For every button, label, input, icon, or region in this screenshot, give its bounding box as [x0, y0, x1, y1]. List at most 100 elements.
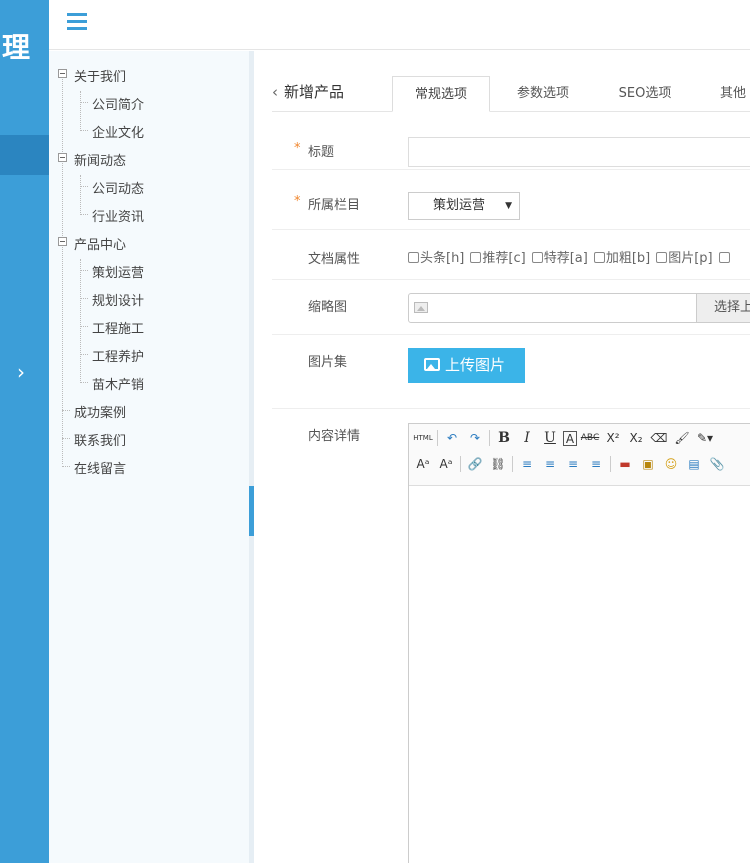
- editor-toolbar-row1: HTML ↶ ↷ B I U A ABC X² X₂ ⌫ 🖌 ✎▾: [413, 428, 718, 452]
- bold-icon[interactable]: B: [494, 428, 514, 448]
- title-row: * 标题: [272, 113, 750, 170]
- tab-params[interactable]: 参数选项: [494, 76, 592, 112]
- page-header: ‹ 新增产品 常规选项 参数选项 SEO选项 其他: [254, 51, 750, 113]
- tree-item-news[interactable]: 新闻动态: [74, 150, 126, 169]
- tab-seo[interactable]: SEO选项: [596, 76, 694, 112]
- checkbox[interactable]: [470, 252, 482, 263]
- tree-item-planning-ops[interactable]: 策划运营: [92, 262, 144, 281]
- tree-item-nursery[interactable]: 苗木产销: [92, 374, 144, 393]
- strikethrough-icon[interactable]: ABC: [580, 428, 600, 448]
- tree-item-company-news[interactable]: 公司动态: [92, 178, 144, 197]
- chevron-left-icon: ‹: [272, 83, 278, 101]
- tree-item-cases[interactable]: 成功案例: [74, 402, 126, 421]
- video-icon[interactable]: ▤: [684, 454, 704, 474]
- title-input[interactable]: [408, 137, 750, 167]
- align-center-icon[interactable]: ≡: [540, 454, 560, 474]
- gallery-row: 图片集 上传图片: [272, 335, 750, 409]
- collapse-icon[interactable]: [58, 153, 67, 162]
- font-border-icon[interactable]: A: [563, 430, 577, 446]
- title-label: * 标题: [294, 141, 335, 160]
- upload-images-button[interactable]: 上传图片: [408, 348, 525, 383]
- attachment-icon[interactable]: 📎: [707, 454, 727, 474]
- tree-item-maintenance[interactable]: 工程养护: [92, 346, 144, 365]
- editor-toolbar: HTML ↶ ↷ B I U A ABC X² X₂ ⌫ 🖌 ✎▾ Aᵃ Aᵃ 🔗 ⛓ ≡ ≡ ≡ ≡ ▬ ▣ ☺ ▤ 📎: [409, 424, 750, 486]
- insert-image-icon[interactable]: ▬: [615, 454, 635, 474]
- menu-toggle-icon[interactable]: [67, 13, 87, 31]
- thumb-row: 缩略图 选择上: [272, 280, 750, 335]
- collapse-icon[interactable]: [58, 69, 67, 78]
- gallery-label: 图片集: [308, 355, 348, 370]
- font-decrease-icon[interactable]: Aᵃ: [436, 454, 456, 474]
- attr-special[interactable]: 特荐[a]: [531, 247, 588, 266]
- thumb-select-button[interactable]: 选择上: [696, 293, 750, 323]
- collapse-icon[interactable]: [58, 237, 67, 246]
- rich-text-editor[interactable]: HTML ↶ ↷ B I U A ABC X² X₂ ⌫ 🖌 ✎▾ Aᵃ Aᵃ 🔗 ⛓ ≡ ≡ ≡ ≡ ▬ ▣ ☺ ▤ 📎: [408, 423, 750, 863]
- tree-item-about[interactable]: 关于我们: [74, 66, 126, 85]
- tree-item-culture[interactable]: 企业文化: [92, 122, 144, 141]
- auto-format-icon[interactable]: ✎▾: [695, 428, 715, 448]
- checkbox[interactable]: [656, 252, 668, 263]
- back-link[interactable]: ‹ 新增产品: [272, 81, 344, 102]
- upload-images-label: 上传图片: [445, 356, 506, 374]
- top-header: [49, 0, 750, 50]
- tree-item-planning-design[interactable]: 规划设计: [92, 290, 144, 309]
- left-rail: 理 ›: [0, 0, 49, 863]
- tab-underline: [272, 111, 750, 112]
- superscript-icon[interactable]: X²: [603, 428, 623, 448]
- expand-sidebar-icon[interactable]: ›: [17, 362, 25, 382]
- align-right-icon[interactable]: ≡: [563, 454, 583, 474]
- attr-recommend[interactable]: 推荐[c]: [470, 247, 526, 266]
- rail-active-item[interactable]: [0, 135, 49, 175]
- tree-item-products[interactable]: 产品中心: [74, 234, 126, 253]
- required-mark: *: [294, 194, 301, 209]
- tree-item-contact[interactable]: 联系我们: [74, 430, 126, 449]
- editor-toolbar-row2: Aᵃ Aᵃ 🔗 ⛓ ≡ ≡ ≡ ≡ ▬ ▣ ☺ ▤ 📎: [413, 454, 730, 478]
- main-content: ‹ 新增产品 常规选项 参数选项 SEO选项 其他 * 标题 * 所属栏目 策划运营 …: [254, 51, 750, 863]
- tree-item-industry-news[interactable]: 行业资讯: [92, 206, 144, 225]
- checkbox[interactable]: [531, 252, 543, 263]
- tree-item-construction[interactable]: 工程施工: [92, 318, 144, 337]
- multi-image-icon[interactable]: ▣: [638, 454, 658, 474]
- eraser-icon[interactable]: ⌫: [649, 428, 669, 448]
- attr-picture[interactable]: 图片[p]: [656, 247, 713, 266]
- undo-icon[interactable]: ↶: [442, 428, 462, 448]
- align-left-icon[interactable]: ≡: [517, 454, 537, 474]
- image-icon: [424, 358, 440, 371]
- column-row: * 所属栏目 策划运营 ▼: [272, 170, 750, 230]
- tree-item-company-profile[interactable]: 公司简介: [92, 94, 144, 113]
- checkbox[interactable]: [718, 252, 730, 263]
- html-source-icon[interactable]: HTML: [413, 428, 433, 448]
- attr-more[interactable]: [718, 251, 731, 266]
- subscript-icon[interactable]: X₂: [626, 428, 646, 448]
- required-mark: *: [294, 141, 301, 156]
- thumb-label: 缩略图: [308, 300, 348, 315]
- link-icon[interactable]: 🔗: [465, 454, 485, 474]
- font-increase-icon[interactable]: Aᵃ: [413, 454, 433, 474]
- attr-label: 文档属性: [308, 252, 361, 267]
- category-tree: 关于我们 公司简介 企业文化 新闻动态 公司动态 行业资讯 产品中心 策划运营 …: [49, 51, 249, 863]
- content-label: 内容详情: [308, 429, 361, 444]
- column-label: * 所属栏目: [294, 194, 361, 213]
- unlink-icon[interactable]: ⛓: [488, 454, 508, 474]
- underline-icon[interactable]: U: [540, 428, 560, 448]
- checkbox[interactable]: [408, 252, 419, 263]
- format-brush-icon[interactable]: 🖌: [672, 428, 692, 448]
- tree-item-message[interactable]: 在线留言: [74, 458, 126, 477]
- redo-icon[interactable]: ↷: [465, 428, 485, 448]
- image-icon: [414, 302, 428, 313]
- attr-headline[interactable]: 头条[h]: [408, 247, 464, 266]
- tab-general[interactable]: 常规选项: [392, 76, 490, 112]
- checkbox[interactable]: [593, 252, 605, 263]
- dropdown-arrow-icon: ▼: [505, 201, 512, 211]
- thumb-input[interactable]: [408, 293, 698, 323]
- column-select-value: 策划运营: [433, 198, 486, 213]
- page-title: 新增产品: [284, 83, 345, 101]
- tab-other[interactable]: 其他: [698, 76, 750, 112]
- column-select[interactable]: 策划运营 ▼: [408, 192, 520, 220]
- align-justify-icon[interactable]: ≡: [586, 454, 606, 474]
- emoji-icon[interactable]: ☺: [661, 454, 681, 474]
- app-logo-char: 理: [2, 31, 31, 64]
- italic-icon[interactable]: I: [517, 428, 537, 448]
- attr-row: 文档属性 头条[h] 推荐[c] 特荐[a] 加粗[b] 图片[p]: [272, 230, 750, 280]
- attr-bold[interactable]: 加粗[b]: [593, 247, 650, 266]
